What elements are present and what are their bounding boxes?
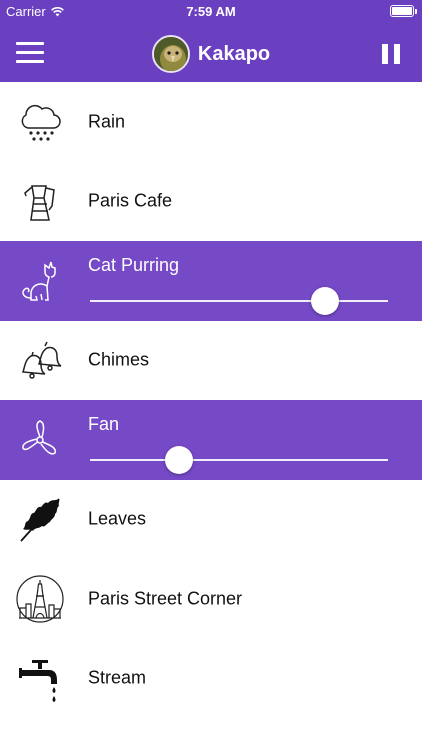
sound-row-stream[interactable]: Stream <box>0 638 422 718</box>
sound-label: Paris Street Corner <box>88 588 243 609</box>
slider-track <box>90 300 388 302</box>
sound-row-leaves[interactable]: Leaves <box>0 479 422 559</box>
pause-icon[interactable] <box>382 44 400 64</box>
coffee-pot-icon <box>14 176 66 228</box>
leaf-icon <box>14 494 66 546</box>
sound-label: Cat Purring <box>88 255 180 275</box>
slider-thumb[interactable] <box>311 287 340 315</box>
status-bar: Carrier 7:59 AM <box>0 0 422 22</box>
nav-bar: Kakapo <box>0 22 422 82</box>
faucet-icon <box>14 653 66 705</box>
status-time: 7:59 AM <box>186 4 236 19</box>
sound-label: Rain <box>88 111 126 132</box>
sound-label: Leaves <box>88 508 147 529</box>
slider-thumb[interactable] <box>165 446 194 474</box>
kakapo-avatar <box>151 35 190 73</box>
sound-row-cat-purring[interactable]: Cat Purring <box>0 241 422 321</box>
sound-row-paris-cafe[interactable]: Paris Cafe <box>0 161 422 241</box>
fan-icon <box>14 414 66 466</box>
slider-track <box>90 459 388 461</box>
volume-slider[interactable] <box>90 287 388 315</box>
sound-label: Stream <box>88 667 147 688</box>
volume-slider[interactable] <box>90 446 388 474</box>
sound-row-rain[interactable]: Rain <box>0 82 422 162</box>
sound-list: Rain Paris Cafe Cat Purring Chimes Fan L… <box>0 82 422 718</box>
battery-icon <box>390 5 417 17</box>
cat-icon <box>14 255 66 307</box>
sound-row-paris-street-corner[interactable]: Paris Street Corner <box>0 559 422 639</box>
sound-row-chimes[interactable]: Chimes <box>0 320 422 400</box>
page-title: Kakapo <box>197 42 271 65</box>
nav-title-group: Kakapo <box>0 34 422 74</box>
sound-label: Fan <box>88 414 120 434</box>
sound-row-fan[interactable]: Fan <box>0 400 422 480</box>
sound-label: Chimes <box>88 349 150 370</box>
sound-label: Paris Cafe <box>88 190 173 211</box>
bells-icon <box>14 335 66 387</box>
rain-cloud-icon <box>14 96 66 148</box>
eiffel-tower-icon <box>14 573 66 625</box>
